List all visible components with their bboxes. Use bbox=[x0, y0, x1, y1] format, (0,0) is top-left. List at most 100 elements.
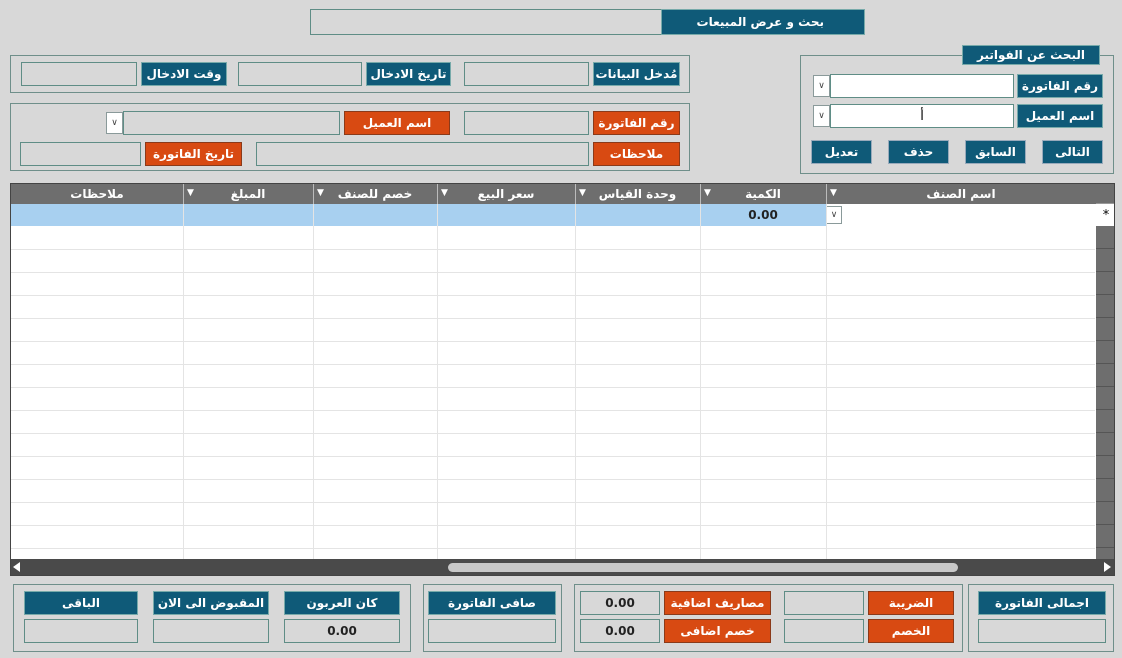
invoice-total-field[interactable] bbox=[978, 619, 1106, 643]
tax-label: الضريبة bbox=[868, 591, 954, 615]
grid-col-line bbox=[700, 204, 701, 559]
search-invoice-number-label: رقم الفاتورة bbox=[1017, 74, 1103, 98]
deposit-label: كان العربون bbox=[284, 591, 400, 615]
paid-field[interactable] bbox=[153, 619, 269, 643]
grid-row-line bbox=[11, 479, 1095, 480]
extra-discount-label: خصم اضافى bbox=[664, 619, 771, 643]
col-header-item-name-label: اسم الصنف bbox=[926, 187, 996, 201]
grid-row-line bbox=[11, 341, 1095, 342]
scroll-left-icon[interactable] bbox=[13, 562, 20, 572]
customer-name-label: اسم العميل bbox=[344, 111, 450, 135]
delete-button[interactable]: حذف bbox=[888, 140, 949, 164]
grid-row-line bbox=[11, 548, 1095, 549]
search-customer-name-label: اسم العميل bbox=[1017, 104, 1103, 128]
net-invoice-label: صافى الفاتورة bbox=[428, 591, 556, 615]
grid-row-line bbox=[11, 433, 1095, 434]
chevron-down-icon: ▼ bbox=[317, 188, 324, 198]
grid-row-line bbox=[11, 295, 1095, 296]
entry-time-field[interactable] bbox=[21, 62, 137, 86]
page-title: بحث و عرض المبيعات bbox=[661, 9, 865, 35]
data-entry-label: مُدخل البيانات bbox=[593, 62, 680, 86]
customer-dropdown-icon[interactable]: ∨ bbox=[106, 112, 123, 134]
customer-name-select[interactable] bbox=[123, 111, 340, 135]
grid-row-line bbox=[11, 249, 1095, 250]
new-row-marker: * bbox=[1096, 204, 1114, 226]
grid-col-line bbox=[313, 204, 314, 559]
next-button[interactable]: التالى bbox=[1042, 140, 1103, 164]
chevron-down-icon: ▼ bbox=[830, 188, 837, 198]
grid-row-line bbox=[11, 410, 1095, 411]
grid-col-line bbox=[575, 204, 576, 559]
col-header-notes-label: ملاحظات bbox=[70, 187, 124, 201]
col-header-amount[interactable]: المبلغ ▼ bbox=[183, 184, 314, 204]
col-header-notes[interactable]: ملاحظات bbox=[11, 184, 184, 204]
grid-col-line bbox=[183, 204, 184, 559]
net-invoice-field[interactable] bbox=[428, 619, 556, 643]
scroll-thumb[interactable] bbox=[448, 563, 958, 572]
col-header-item-name[interactable]: اسم الصنف ▼ bbox=[826, 184, 1097, 204]
search-customer-name-input[interactable]: أ bbox=[830, 104, 1014, 128]
remaining-field[interactable] bbox=[24, 619, 138, 643]
extra-discount-field[interactable]: 0.00 bbox=[580, 619, 660, 643]
header-title-field bbox=[310, 9, 662, 35]
grid-row-line bbox=[11, 456, 1095, 457]
invoice-number-field[interactable] bbox=[464, 111, 589, 135]
chevron-down-icon: ▼ bbox=[579, 188, 586, 198]
invoice-date-label: تاريخ الفاتورة bbox=[145, 142, 242, 166]
quantity-cell[interactable]: 0.00 bbox=[700, 204, 826, 226]
col-header-item-discount-label: خصم للصنف bbox=[337, 187, 413, 201]
grid-row-line bbox=[11, 387, 1095, 388]
data-entry-field[interactable] bbox=[464, 62, 589, 86]
grid-row-line bbox=[11, 502, 1095, 503]
grid-col-line bbox=[826, 204, 827, 559]
paid-label: المقبوض الى الان bbox=[153, 591, 269, 615]
col-header-item-discount[interactable]: خصم للصنف ▼ bbox=[313, 184, 438, 204]
col-header-sale-price[interactable]: سعر البيع ▼ bbox=[437, 184, 576, 204]
grid-row-line bbox=[11, 525, 1095, 526]
entry-date-field[interactable] bbox=[238, 62, 362, 86]
discount-label: الخصم bbox=[868, 619, 954, 643]
item-name-cell[interactable] bbox=[826, 204, 1096, 226]
tax-field[interactable] bbox=[784, 591, 864, 615]
invoice-total-label: اجمالى الفاتورة bbox=[978, 591, 1106, 615]
horizontal-scrollbar[interactable] bbox=[11, 559, 1114, 575]
grid-header: اسم الصنف ▼ الكمية ▼ وحدة القياس ▼ سعر البي… bbox=[11, 184, 1097, 204]
col-header-sale-price-label: سعر البيع bbox=[477, 187, 535, 201]
chevron-down-icon: ▼ bbox=[441, 188, 448, 198]
search-panel-title: البحث عن الفواتير bbox=[962, 45, 1100, 65]
notes-field[interactable] bbox=[256, 142, 589, 166]
grid-col-line bbox=[437, 204, 438, 559]
extra-expenses-field[interactable]: 0.00 bbox=[580, 591, 660, 615]
entry-date-label: تاريخ الادخال bbox=[366, 62, 451, 86]
search-customer-dropdown-icon[interactable]: ∨ bbox=[813, 105, 830, 127]
new-row[interactable]: ∨ 0.00 bbox=[11, 204, 1096, 226]
selector-row-line bbox=[1096, 226, 1114, 559]
select-all-corner[interactable] bbox=[1096, 184, 1114, 204]
col-header-quantity[interactable]: الكمية ▼ bbox=[700, 184, 827, 204]
notes-label: ملاحظات bbox=[593, 142, 680, 166]
grid-row-line bbox=[11, 272, 1095, 273]
chevron-down-icon: ▼ bbox=[704, 188, 711, 198]
col-header-unit[interactable]: وحدة القياس ▼ bbox=[575, 184, 701, 204]
items-grid[interactable]: اسم الصنف ▼ الكمية ▼ وحدة القياس ▼ سعر البي… bbox=[10, 183, 1115, 576]
search-invoice-number-input[interactable] bbox=[830, 74, 1014, 98]
grid-row-line bbox=[11, 364, 1095, 365]
scroll-right-icon[interactable] bbox=[1104, 562, 1111, 572]
col-header-quantity-label: الكمية bbox=[745, 187, 781, 201]
remaining-label: الباقى bbox=[24, 591, 138, 615]
discount-field[interactable] bbox=[784, 619, 864, 643]
invoice-date-field[interactable] bbox=[20, 142, 141, 166]
extra-expenses-label: مصاريف اضافية bbox=[664, 591, 771, 615]
edit-button[interactable]: تعديل bbox=[811, 140, 872, 164]
col-header-unit-label: وحدة القياس bbox=[598, 187, 677, 201]
item-name-dropdown-icon[interactable]: ∨ bbox=[826, 206, 842, 224]
previous-button[interactable]: السابق bbox=[965, 140, 1026, 164]
invoice-number-label: رقم الفاتورة bbox=[593, 111, 680, 135]
col-header-amount-label: المبلغ bbox=[230, 187, 266, 201]
search-invoice-dropdown-icon[interactable]: ∨ bbox=[813, 75, 830, 97]
grid-row-line bbox=[11, 318, 1095, 319]
deposit-field[interactable]: 0.00 bbox=[284, 619, 400, 643]
search-customer-name-value: أ bbox=[920, 108, 924, 124]
chevron-down-icon: ▼ bbox=[187, 188, 194, 198]
entry-time-label: وقت الادخال bbox=[141, 62, 227, 86]
